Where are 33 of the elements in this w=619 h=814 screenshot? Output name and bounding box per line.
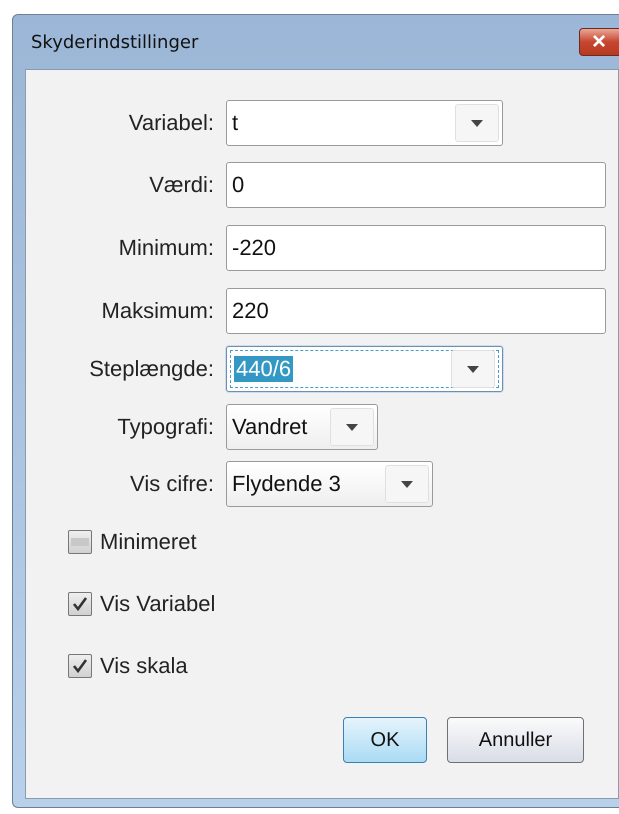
combo-box[interactable]: t xyxy=(226,100,503,146)
field-label: Værdi: xyxy=(148,172,214,198)
caret-icon xyxy=(467,366,479,372)
field-label: Steplængde: xyxy=(88,356,214,382)
checkbox[interactable] xyxy=(68,592,92,616)
checkbox-label: Vis skala xyxy=(100,653,188,679)
caret-icon xyxy=(471,120,483,126)
combo-box[interactable]: Flydende 3 xyxy=(226,461,433,507)
dropdown-button[interactable] xyxy=(451,350,495,388)
input-field[interactable]: -220 xyxy=(226,225,606,271)
input-field[interactable]: 220 xyxy=(226,288,606,334)
window-title: Skyderindstillinger xyxy=(31,32,198,52)
dropdown-button[interactable] xyxy=(385,465,429,503)
dropdown-button[interactable] xyxy=(330,408,374,446)
check-icon xyxy=(72,659,88,673)
field-label: Typografi: xyxy=(116,414,214,440)
field-label: Maksimum: xyxy=(100,298,214,324)
ok-button[interactable]: OK xyxy=(343,717,427,763)
dropdown-button[interactable] xyxy=(455,104,499,142)
input-field[interactable]: 0 xyxy=(226,162,606,208)
field-label: Vis cifre: xyxy=(129,471,214,497)
combo-box[interactable]: Vandret xyxy=(226,404,378,450)
checkbox[interactable] xyxy=(68,530,92,554)
field-label: Variabel: xyxy=(128,110,214,136)
checkbox-label: Minimeret xyxy=(100,529,197,555)
caret-icon xyxy=(346,424,358,430)
checkbox-label: Vis Variabel xyxy=(100,591,216,617)
caret-icon xyxy=(401,480,413,488)
field-label: Minimum: xyxy=(118,235,214,261)
cancel-button[interactable]: Annuller xyxy=(447,717,584,763)
close-button[interactable]: × xyxy=(579,28,619,56)
check-icon xyxy=(72,597,88,611)
checkbox[interactable] xyxy=(68,654,92,678)
